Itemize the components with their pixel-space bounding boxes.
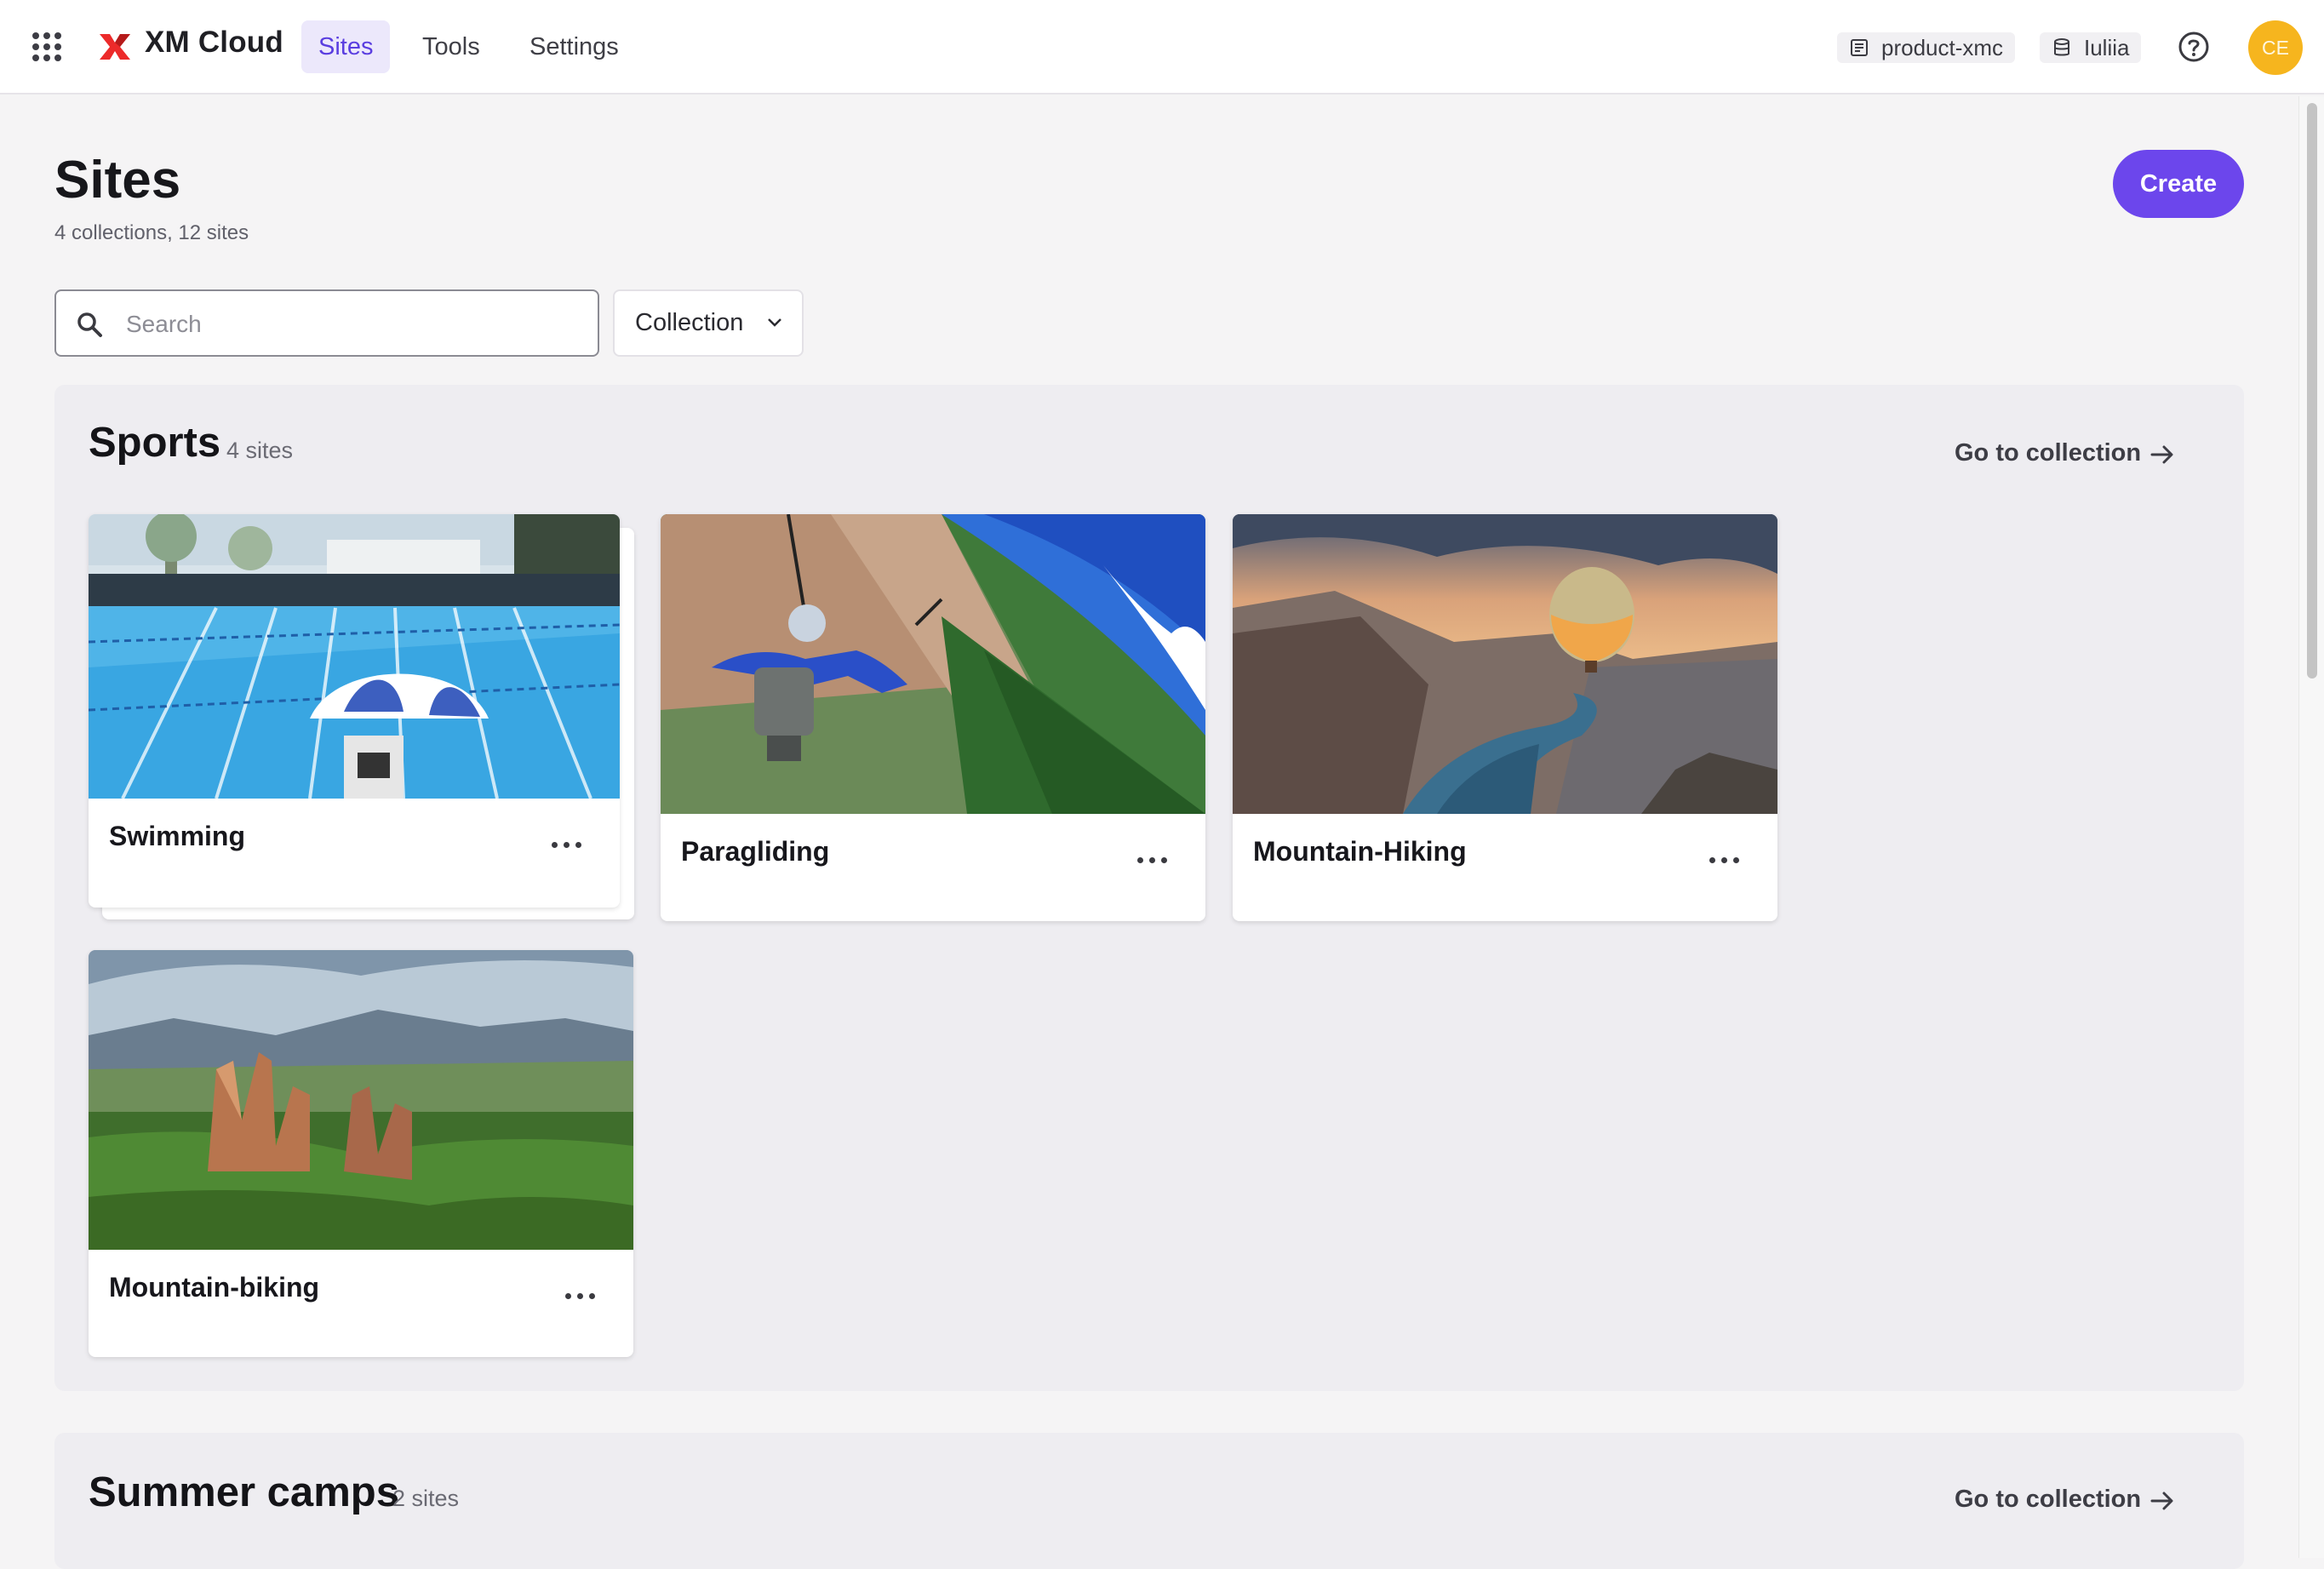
collection-panel-sports: Sports 4 sites Go to collection Swimming… [54, 385, 2244, 1391]
user-avatar[interactable]: CE [2248, 20, 2303, 75]
collection-title[interactable]: Sports [89, 419, 220, 467]
collection-panel-summer-camps: Summer camps 2 sites Go to collection [54, 1433, 2244, 1569]
tab-sites[interactable]: Sites [301, 20, 391, 73]
more-options-icon[interactable] [564, 1279, 598, 1313]
go-to-collection-label: Go to collection [1955, 1486, 2142, 1513]
xm-cloud-logo-icon [100, 34, 130, 60]
collection-site-count: 4 sites [226, 438, 294, 463]
site-card-mountain-hiking[interactable]: Mountain-Hiking [1233, 514, 1777, 921]
more-options-icon[interactable] [550, 827, 584, 862]
site-thumbnail-swimming [89, 514, 620, 799]
project-name: product-xmc [1881, 35, 2004, 60]
site-card-swimming[interactable]: Swimming [89, 514, 620, 908]
go-to-collection-link[interactable]: Go to collection [1955, 439, 2173, 467]
scrollbar-thumb[interactable] [2307, 103, 2317, 679]
page-title: Sites [54, 151, 181, 209]
app-switcher-icon[interactable] [32, 32, 61, 61]
site-thumbnail-paragliding [661, 514, 1205, 814]
collection-site-count: 2 sites [392, 1486, 460, 1511]
site-name[interactable]: Mountain-Hiking [1253, 836, 1467, 868]
site-thumbnail-mountain-biking [89, 950, 633, 1250]
collection-title[interactable]: Summer camps [89, 1469, 399, 1516]
environment-selector[interactable]: Iuliia [2040, 32, 2142, 63]
search-icon [77, 312, 102, 337]
collection-filter-dropdown[interactable]: Collection [613, 289, 804, 357]
create-button[interactable]: Create [2113, 150, 2244, 218]
chevron-down-icon [768, 318, 781, 327]
top-navigation-bar: XM Cloud Sites Tools Settings product-xm… [0, 0, 2324, 94]
site-name[interactable]: Paragliding [681, 836, 829, 868]
page-subtitle: 4 collections, 12 sites [54, 221, 249, 244]
project-selector[interactable]: product-xmc [1837, 32, 2016, 63]
app-title[interactable]: XM Cloud [145, 26, 283, 60]
site-name[interactable]: Swimming [109, 821, 245, 852]
help-icon[interactable] [2177, 30, 2211, 64]
search-input[interactable] [124, 300, 587, 349]
tab-settings[interactable]: Settings [512, 20, 636, 73]
site-card-paragliding[interactable]: Paragliding [661, 514, 1205, 921]
more-options-icon[interactable] [1136, 843, 1170, 877]
collection-filter-label: Collection [635, 309, 744, 336]
site-name[interactable]: Mountain-biking [109, 1272, 319, 1303]
database-icon [2054, 38, 2069, 56]
environment-name: Iuliia [2084, 35, 2130, 60]
site-thumbnail-mountain-hiking [1233, 514, 1777, 814]
go-to-collection-label: Go to collection [1955, 439, 2142, 467]
page-scrollbar[interactable] [2298, 96, 2324, 1558]
site-card-mountain-biking[interactable]: Mountain-biking [89, 950, 633, 1357]
more-options-icon[interactable] [1708, 843, 1742, 877]
tab-tools[interactable]: Tools [405, 20, 497, 73]
search-field[interactable] [54, 289, 599, 357]
go-to-collection-link[interactable]: Go to collection [1955, 1486, 2173, 1514]
arrow-right-icon [2150, 1492, 2173, 1510]
project-icon [1851, 39, 1868, 56]
arrow-right-icon [2150, 445, 2173, 464]
